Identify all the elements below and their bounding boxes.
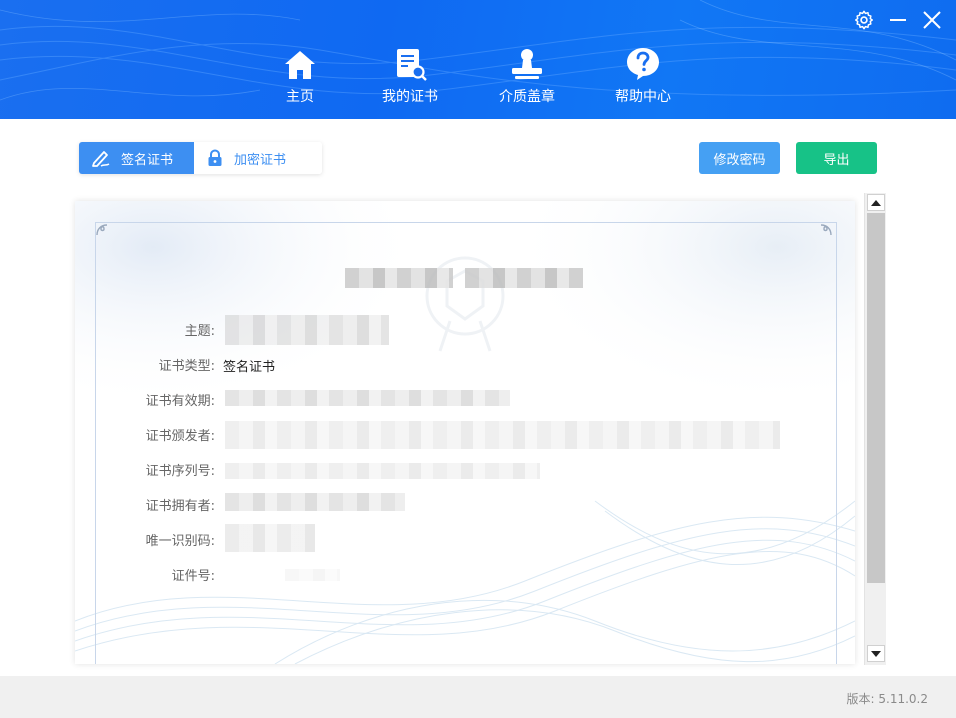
scroll-down-button[interactable]	[867, 645, 885, 662]
close-icon	[923, 11, 941, 29]
field-label-serial: 证书序列号:	[145, 464, 215, 479]
stamp-icon	[512, 49, 542, 79]
field-label-owner: 证书拥有者:	[145, 499, 215, 514]
app-header: 主页 我的证书 介质盖章 帮助中心	[0, 0, 956, 119]
field-label-issuer: 证书颁发者:	[145, 429, 215, 444]
minimize-button[interactable]	[886, 8, 910, 32]
field-label-id-number: 证件号:	[171, 569, 215, 584]
corner-ornament-icon	[96, 224, 108, 236]
help-icon	[627, 48, 659, 80]
gear-icon	[855, 10, 873, 30]
nav-item-media-stamp[interactable]: 介质盖章	[497, 46, 557, 106]
tab-sign-label: 签名证书	[121, 152, 174, 168]
field-label-unique-id: 唯一识别码:	[145, 534, 215, 549]
nav-item-home[interactable]: 主页	[280, 46, 320, 106]
version-label: 版本: 5.11.0.2	[846, 692, 928, 706]
certificate-panel: 主题: 证书类型: 签名证书 证书有效期: 证书颁发者: 证书序列号: 证书拥有…	[75, 201, 855, 664]
lock-icon	[208, 149, 222, 166]
nav-label-media-stamp: 介质盖章	[499, 89, 555, 105]
scrollbar-thumb[interactable]	[867, 213, 885, 583]
nav-label-help-center: 帮助中心	[615, 89, 671, 105]
certificate-tabs: 签名证书 加密证书	[79, 142, 322, 174]
field-label-validity: 证书有效期:	[145, 394, 215, 409]
certificate-title-redacted	[345, 268, 585, 288]
vertical-scrollbar[interactable]	[864, 193, 886, 665]
triangle-down-icon	[871, 650, 881, 657]
nav-label-my-certificates: 我的证书	[382, 89, 438, 105]
redacted-block	[345, 268, 453, 288]
close-button[interactable]	[920, 8, 944, 32]
field-value-validity-redacted	[225, 390, 510, 406]
home-icon	[285, 51, 315, 79]
field-value-serial-redacted	[225, 463, 540, 479]
tab-encrypt-label: 加密证书	[234, 152, 287, 168]
field-value-owner-redacted	[225, 493, 405, 511]
redacted-block	[465, 268, 583, 288]
export-button[interactable]: 导出	[796, 142, 877, 174]
certificate-search-icon	[397, 49, 427, 81]
nav-label-home: 主页	[286, 89, 314, 105]
nav-item-help-center[interactable]: 帮助中心	[613, 46, 673, 106]
main-nav: 主页 我的证书 介质盖章 帮助中心	[0, 46, 956, 110]
corner-ornament-icon	[820, 224, 832, 236]
field-value-issuer-redacted	[225, 421, 780, 449]
tab-sign-certificate[interactable]: 签名证书	[79, 142, 194, 174]
nav-item-my-certificates[interactable]: 我的证书	[380, 46, 440, 106]
change-password-button[interactable]: 修改密码	[699, 142, 780, 174]
field-value-subject-redacted	[225, 315, 389, 345]
field-value-unique-id-redacted	[225, 524, 315, 552]
minimize-icon	[890, 19, 906, 21]
field-value-id-number-redacted	[285, 569, 340, 581]
triangle-up-icon	[871, 199, 881, 206]
field-label-cert-type: 证书类型:	[158, 359, 215, 374]
field-value-cert-type: 签名证书	[223, 360, 276, 375]
tab-encrypt-certificate[interactable]: 加密证书	[194, 142, 322, 174]
field-label-subject: 主题:	[184, 324, 215, 339]
settings-button[interactable]	[852, 8, 876, 32]
pen-icon	[92, 151, 110, 167]
status-footer: 版本: 5.11.0.2	[0, 676, 956, 718]
scroll-up-button[interactable]	[867, 194, 885, 211]
